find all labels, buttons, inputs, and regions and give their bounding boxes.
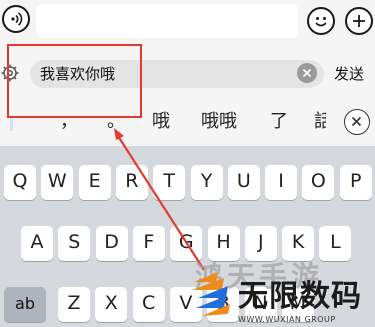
brand-logo xyxy=(188,268,234,320)
brand-name: 无限数码 xyxy=(238,279,362,314)
brand-url: WWW.WUXIAN GROUP xyxy=(238,315,336,324)
